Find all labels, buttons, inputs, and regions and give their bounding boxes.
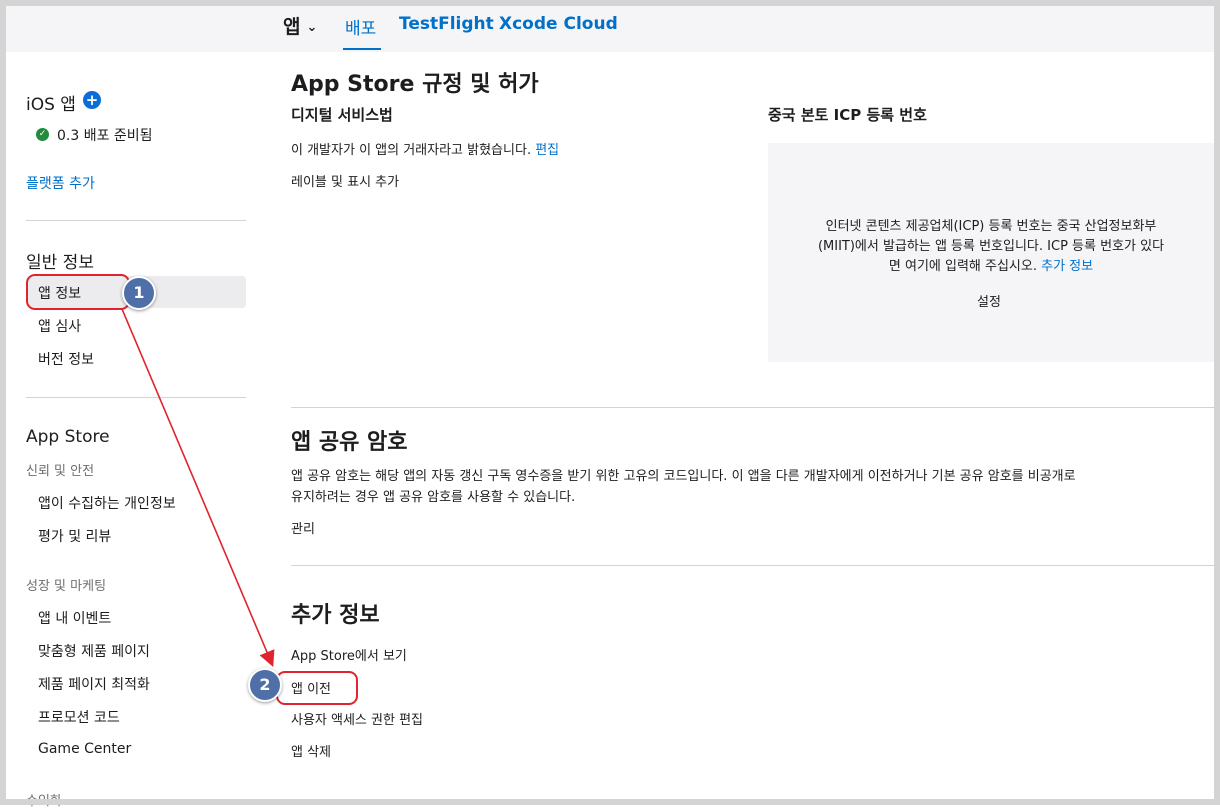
- shared-secret-description-1: 앱 공유 암호는 해당 앱의 자동 갱신 구독 영수증을 받기 위한 고유의 코…: [291, 469, 1076, 484]
- regulations-title: App Store 규정 및 허가: [291, 72, 539, 97]
- shared-secret-description-2: 유지하려는 경우 앱 공유 암호를 사용할 수 있습니다.: [291, 490, 576, 505]
- ios-app-heading: iOS 앱: [26, 95, 76, 115]
- additional-info-title: 추가 정보: [291, 603, 380, 628]
- trust-safety-subheading: 신뢰 및 안전: [26, 464, 95, 479]
- step-badge-2: 2: [248, 668, 282, 702]
- sidebar-item-in-app-events[interactable]: 앱 내 이벤트: [38, 608, 111, 628]
- active-tab-indicator: [343, 48, 381, 50]
- section-divider: [291, 565, 1214, 566]
- sidebar-item-custom-product-pages[interactable]: 맞춤형 제품 페이지: [38, 641, 150, 661]
- icp-heading: 중국 본토 ICP 등록 번호: [768, 106, 927, 124]
- screenshot-frame: [0, 0, 1220, 805]
- sidebar-item-version-info[interactable]: 버전 정보: [38, 349, 94, 369]
- sidebar-item-promo-codes[interactable]: 프로모션 코드: [38, 707, 120, 727]
- edit-user-access-link[interactable]: 사용자 액세스 권한 편집: [291, 709, 423, 728]
- general-info-heading: 일반 정보: [26, 253, 94, 273]
- manage-link[interactable]: 관리: [291, 518, 315, 537]
- tab-testflight[interactable]: TestFlight: [399, 14, 494, 34]
- add-platform-link[interactable]: 플랫폼 추가: [26, 173, 95, 193]
- dsa-text: 이 개발자가 이 앱의 거래자라고 밝혔습니다.: [291, 143, 532, 158]
- tab-xcode-cloud[interactable]: Xcode Cloud: [499, 14, 618, 34]
- icp-description: 인터넷 콘텐츠 제공업체(ICP) 등록 번호는 중국 산업정보화부 (MIIT…: [784, 217, 1198, 277]
- icp-line-text: 면 여기에 입력해 주십시오.: [888, 259, 1037, 274]
- dsa-edit-link[interactable]: 편집: [535, 143, 559, 158]
- icp-more-info-link[interactable]: 추가 정보: [1041, 259, 1093, 274]
- icp-setup-link[interactable]: 설정: [977, 291, 1001, 310]
- sidebar-item-app-privacy[interactable]: 앱이 수집하는 개인정보: [38, 493, 176, 513]
- monetization-subheading: 수익화: [26, 794, 62, 809]
- apps-menu[interactable]: 앱 ⌄: [283, 12, 317, 39]
- icp-line: 인터넷 콘텐츠 제공업체(ICP) 등록 번호는 중국 산업정보화부: [825, 219, 1157, 234]
- highlight-box-transfer-app: [276, 671, 358, 705]
- add-icon[interactable]: +: [83, 91, 101, 109]
- section-divider: [291, 407, 1214, 408]
- remove-app-link[interactable]: 앱 삭제: [291, 741, 331, 760]
- checkmark-icon: ✓: [36, 128, 49, 141]
- add-labels-link[interactable]: 레이블 및 표시 추가: [291, 171, 399, 190]
- version-status[interactable]: 0.3 배포 준비됨: [57, 125, 153, 145]
- dsa-heading: 디지털 서비스법: [291, 106, 393, 124]
- sidebar-item-app-review[interactable]: 앱 심사: [38, 316, 81, 336]
- sidebar-divider: [26, 220, 246, 221]
- growth-marketing-subheading: 성장 및 마케팅: [26, 579, 107, 594]
- chevron-down-icon: ⌄: [306, 20, 318, 35]
- shared-secret-title: 앱 공유 암호: [291, 430, 408, 455]
- sidebar-item-game-center[interactable]: Game Center: [38, 741, 131, 757]
- tab-distribution[interactable]: 배포: [345, 14, 376, 39]
- view-on-app-store-link[interactable]: App Store에서 보기: [291, 645, 407, 664]
- sidebar-item-ratings-reviews[interactable]: 평가 및 리뷰: [38, 526, 111, 546]
- step-badge-1: 1: [122, 276, 156, 310]
- sidebar-divider: [26, 397, 246, 398]
- highlight-box-app-info: [26, 274, 130, 310]
- app-store-heading: App Store: [26, 427, 110, 447]
- annotation-arrow: [121, 308, 275, 667]
- dsa-description: 이 개발자가 이 앱의 거래자라고 밝혔습니다. 편집: [291, 139, 559, 158]
- icp-line: 면 여기에 입력해 주십시오. 추가 정보: [784, 257, 1198, 277]
- sidebar-item-product-page-optimization[interactable]: 제품 페이지 최적화: [38, 674, 150, 694]
- icp-line: (MIIT)에서 발급하는 앱 등록 번호입니다. ICP 등록 번호가 있다: [817, 239, 1165, 254]
- apps-label: 앱: [283, 16, 301, 38]
